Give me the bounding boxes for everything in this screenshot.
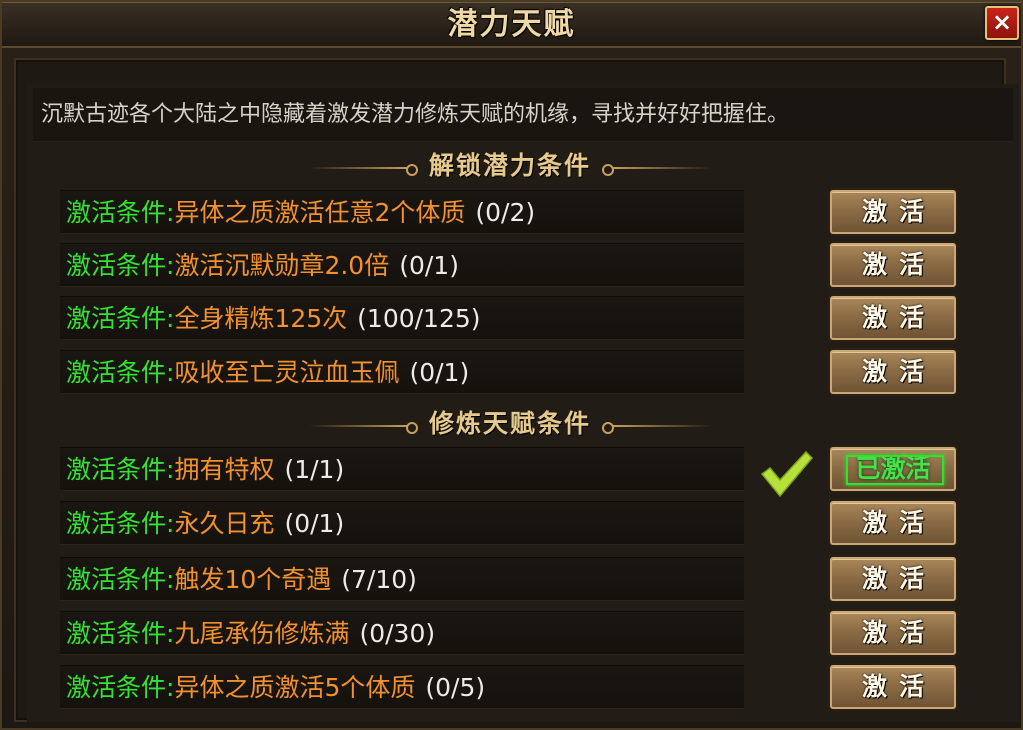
condition-text: 异体之质激活5个体质 [174, 673, 416, 702]
condition-progress: (0/1) [409, 358, 470, 387]
condition-text: 永久日充 [174, 509, 275, 538]
section-header-cultivate: 修炼天赋条件 [240, 404, 780, 444]
ornament-left-icon [308, 421, 419, 434]
section-title-cultivate: 修炼天赋条件 [428, 409, 591, 438]
title-bar: 潜力天赋 × [2, 2, 1021, 48]
condition-text: 拥有特权 [174, 455, 275, 484]
condition-text: 全身精炼125次 [174, 304, 348, 333]
condition-text: 激活沉默勋章2.0倍 [174, 251, 390, 280]
condition-label: 激活条件: [66, 509, 175, 538]
condition-progress: (7/10) [341, 565, 417, 594]
condition-row: 激活条件:触发10个奇遇 (7/10) [60, 557, 744, 601]
close-icon[interactable]: × [985, 6, 1019, 40]
activated-highlight [846, 455, 944, 485]
condition-row: 激活条件:拥有特权 (1/1) [60, 447, 744, 491]
condition-label: 激活条件: [66, 198, 175, 227]
condition-row: 激活条件:吸收至亡灵泣血玉佩 (0/1) [60, 350, 744, 394]
condition-label: 激活条件: [66, 673, 175, 702]
window-title: 潜力天赋 [447, 7, 576, 42]
condition-row: 激活条件:全身精炼125次 (100/125) [60, 296, 744, 340]
condition-label: 激活条件: [66, 619, 175, 648]
section-header-unlock: 解锁潜力条件 [240, 146, 780, 186]
activate-button[interactable]: 激活 [830, 243, 956, 287]
activate-button[interactable]: 激活 [830, 190, 956, 234]
condition-text: 触发10个奇遇 [174, 565, 332, 594]
activate-button[interactable]: 激活 [830, 296, 956, 340]
activate-button[interactable]: 激活 [830, 665, 956, 709]
condition-progress: (0/1) [284, 509, 345, 538]
ornament-right-icon [601, 163, 712, 176]
condition-progress: (0/2) [475, 198, 536, 227]
condition-progress: (0/1) [399, 251, 459, 280]
condition-text: 吸收至亡灵泣血玉佩 [174, 358, 400, 387]
condition-label: 激活条件: [66, 455, 175, 484]
intro-text: 沉默古迹各个大陆之中隐藏着激发潜力修炼天赋的机缘，寻找并好好把握住。 [33, 88, 1013, 142]
condition-progress: (0/5) [425, 673, 486, 702]
activate-button[interactable]: 激活 [830, 557, 956, 601]
condition-label: 激活条件: [66, 565, 175, 594]
condition-text: 九尾承伤修炼满 [174, 619, 350, 648]
activate-button[interactable]: 激活 [830, 350, 956, 394]
condition-row: 激活条件:九尾承伤修炼满 (0/30) [60, 611, 744, 655]
checkmark-icon [760, 450, 814, 498]
section-title-unlock: 解锁潜力条件 [428, 151, 591, 180]
condition-row: 激活条件:异体之质激活5个体质 (0/5) [60, 665, 744, 709]
condition-row: 激活条件:永久日充 (0/1) [60, 501, 744, 545]
activate-button[interactable]: 激活 [830, 611, 956, 655]
condition-label: 激活条件: [66, 304, 175, 333]
condition-label: 激活条件: [66, 358, 175, 387]
condition-progress: (0/30) [359, 619, 436, 648]
condition-row: 激活条件:异体之质激活任意2个体质 (0/2) [60, 190, 744, 234]
condition-row: 激活条件:激活沉默勋章2.0倍 (0/1) [60, 243, 744, 287]
condition-text: 异体之质激活任意2个体质 [174, 198, 466, 227]
activate-button[interactable]: 激活 [830, 501, 956, 545]
condition-progress: (100/125) [357, 304, 481, 333]
activated-button[interactable]: 已激活 [830, 447, 956, 491]
ornament-right-icon [601, 421, 712, 434]
condition-label: 激活条件: [66, 251, 175, 280]
condition-progress: (1/1) [284, 455, 345, 484]
ornament-left-icon [308, 163, 419, 176]
